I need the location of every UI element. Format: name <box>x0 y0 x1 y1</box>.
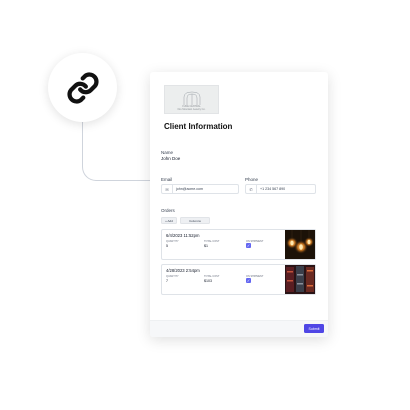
client-form-card: FUNE CENTRAL Fire Mountain Jewelry Co. C… <box>150 72 328 337</box>
page-title: Client Information <box>164 122 233 131</box>
link-badge <box>48 53 117 122</box>
cost-header: TOTAL COST <box>204 240 220 243</box>
order-row[interactable]: 6/4/2023 11:52pm QUANTITY 5 TOTAL COST $… <box>161 229 316 260</box>
name-value: John Doe <box>161 156 181 161</box>
email-value: john@acme.com <box>176 187 204 191</box>
orders-label: Orders <box>161 208 175 213</box>
order-date: 6/4/2023 11:52pm <box>166 233 200 238</box>
form-footer: Submit <box>150 320 328 337</box>
quantity-header: QUANTITY <box>166 275 179 278</box>
logo-line-2: Fire Mountain Jewelry Co. <box>177 108 206 111</box>
logo-arch-icon <box>183 91 200 105</box>
connector-line <box>82 118 154 181</box>
cost-value: $103 <box>204 279 212 283</box>
quantity-header: QUANTITY <box>166 240 179 243</box>
quantity-value: 7 <box>166 279 168 283</box>
name-label: Name <box>161 150 174 155</box>
phone-value: +1 234 567 890 <box>260 187 286 191</box>
shipment-checkbox[interactable]: ✓ <box>246 243 251 248</box>
phone-icon: ✆ <box>246 185 257 193</box>
email-field[interactable]: ✉ john@acme.com <box>161 184 239 194</box>
add-order-button[interactable]: + Add <box>161 217 177 224</box>
company-logo: FUNE CENTRAL Fire Mountain Jewelry Co. <box>164 85 219 114</box>
cost-header: TOTAL COST <box>204 275 220 278</box>
email-label: Email <box>161 177 173 182</box>
cost-value: $1 <box>204 244 208 248</box>
submit-button[interactable]: Submit <box>304 324 324 333</box>
order-row[interactable]: 4/28/2023 2:54pm QUANTITY 7 TOTAL COST $… <box>161 264 316 295</box>
shipment-checkbox[interactable]: ✓ <box>246 278 251 283</box>
phone-label: Phone <box>245 177 259 182</box>
phone-field[interactable]: ✆ +1 234 567 890 <box>245 184 316 194</box>
columns-button[interactable]: Columns <box>180 217 210 224</box>
product-image <box>285 230 315 259</box>
order-date: 4/28/2023 2:54pm <box>166 268 200 273</box>
mail-icon: ✉ <box>162 185 173 193</box>
product-image <box>285 265 315 294</box>
quantity-value: 5 <box>166 244 168 248</box>
link-icon <box>66 71 99 104</box>
